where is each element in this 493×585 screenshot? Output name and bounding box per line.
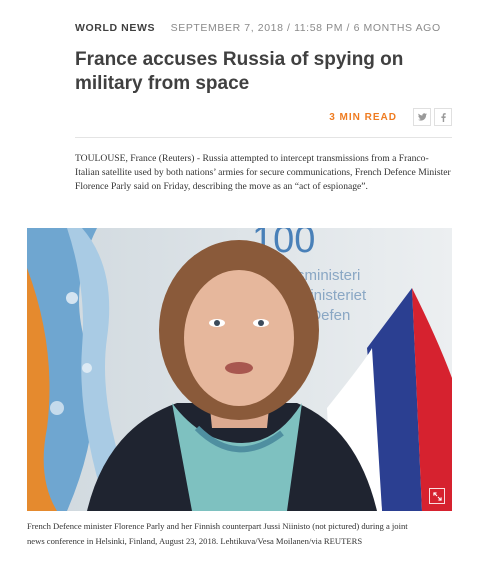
twitter-share-button[interactable] [413, 108, 431, 126]
article-headline: France accuses Russia of spying on milit… [75, 49, 404, 94]
facebook-share-button[interactable] [434, 108, 452, 126]
article-photo[interactable]: 100 stusministeri arsministeriet ry of D… [27, 228, 452, 511]
read-time: 3 MIN READ [329, 112, 397, 123]
expand-photo-button[interactable] [429, 488, 445, 504]
photo-illustration: 100 stusministeri arsministeriet ry of D… [27, 228, 452, 511]
twitter-icon [417, 113, 427, 121]
facebook-icon [440, 112, 446, 122]
divider [75, 137, 452, 138]
expand-icon [432, 491, 442, 501]
section-label[interactable]: WORLD NEWS [75, 22, 155, 34]
article-lead-paragraph: TOULOUSE, France (Reuters) - Russia atte… [75, 153, 451, 192]
photo-caption: French Defence minister Florence Parly a… [27, 521, 408, 546]
read-share-row: 3 MIN READ [75, 108, 452, 130]
article-meta: WORLD NEWS SEPTEMBER 7, 2018 / 11:58 PM … [75, 22, 441, 34]
publish-date: SEPTEMBER 7, 2018 / 11:58 PM / 6 MONTHS … [170, 22, 441, 34]
